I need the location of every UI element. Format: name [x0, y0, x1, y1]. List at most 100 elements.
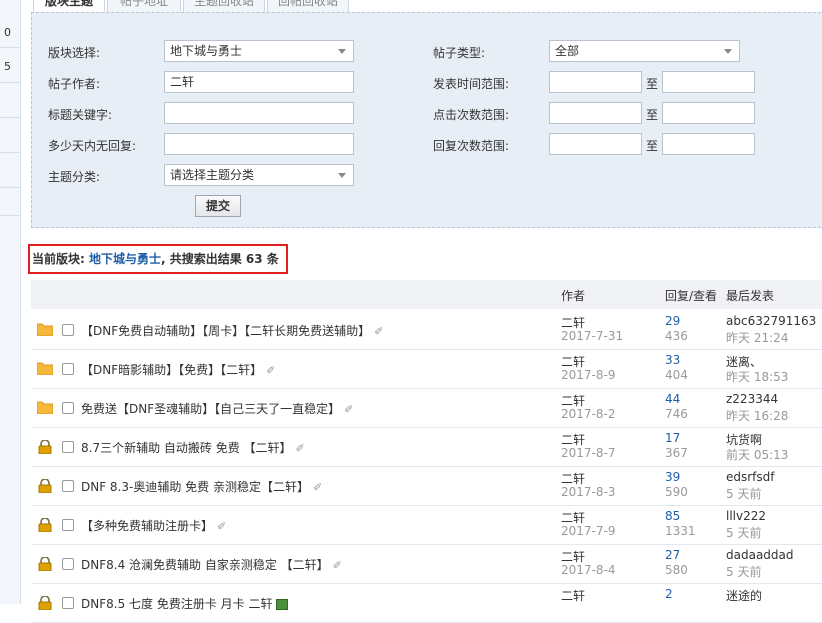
- last-post-time: 5 天前: [726, 487, 762, 501]
- table-row: DNF8.4 沧澜免费辅助 自家亲测稳定 【二轩】 ✐ 二轩 2017-8-4 27 58…: [31, 544, 822, 584]
- time-range-end-input[interactable]: [662, 71, 755, 93]
- row-checkbox[interactable]: [62, 558, 74, 570]
- last-poster-link[interactable]: z223344: [726, 392, 778, 406]
- post-type-label: 帖子类型:: [433, 46, 486, 60]
- table-row: DNF8.5 七度 免费注册卡 月卡 二轩 二轩 2 迷途的: [31, 583, 822, 623]
- paperclip-icon: ✐: [374, 325, 384, 338]
- reply-count: 85: [665, 509, 681, 523]
- forum-select[interactable]: 地下城与勇士: [164, 40, 354, 62]
- last-poster-link[interactable]: abc632791163: [726, 314, 816, 328]
- sidebar-number: 5: [4, 60, 11, 73]
- image-attachment-icon: [276, 599, 289, 610]
- divider: [0, 47, 20, 48]
- view-count: 367: [665, 446, 688, 460]
- last-poster-link[interactable]: dadaaddad: [726, 548, 794, 562]
- paperclip-icon: ✐: [295, 442, 305, 455]
- topic-title-link[interactable]: DNF 8.3-奥迪辅助 免费 亲测稳定【二轩】 ✐: [81, 478, 322, 495]
- divider: [0, 82, 20, 83]
- reply-range-label: 回复次数范围:: [433, 139, 510, 153]
- table-row: DNF 8.3-奥迪辅助 免费 亲测稳定【二轩】 ✐ 二轩 2017-8-3 39 590…: [31, 466, 822, 506]
- folder-icon: [36, 401, 54, 415]
- current-forum-link[interactable]: 地下城与勇士: [89, 252, 161, 266]
- author-column-header: 作者: [561, 289, 586, 303]
- table-row: 免费送【DNF圣魂辅助】【自己三天了一直稳定】 ✐ 二轩 2017-8-2 44 746 z…: [31, 388, 822, 428]
- reply-count: 2: [665, 587, 673, 601]
- view-count: 580: [665, 563, 688, 577]
- keyword-input[interactable]: [164, 102, 354, 124]
- result-summary: 当前版块: 地下城与勇士, 共搜索出结果 63 条: [28, 244, 288, 274]
- view-count: 746: [665, 407, 688, 421]
- last-poster-link[interactable]: lllv222: [726, 509, 766, 523]
- range-separator: 至: [646, 139, 659, 153]
- last-post-time: 昨天 21:24: [726, 331, 789, 345]
- topic-title-text: DNF8.5 七度 免费注册卡 月卡 二轩: [81, 597, 273, 611]
- view-count: 1331: [665, 524, 696, 538]
- folder-icon: [36, 323, 54, 337]
- topic-title-link[interactable]: 8.7三个新辅助 自动搬砖 免费 【二轩】 ✐: [81, 439, 305, 456]
- paperclip-icon: ✐: [312, 481, 323, 494]
- topic-title-text: DNF 8.3-奥迪辅助 免费 亲测稳定【二轩】: [81, 480, 309, 494]
- reply-range-start-input[interactable]: [549, 133, 642, 155]
- table-row: 【多种免费辅助注册卡】 ✐ 二轩 2017-7-9 85 1331 lllv222 5 天前: [31, 505, 822, 545]
- lock-icon: [37, 478, 53, 494]
- last-post-time: 前天 05:13: [726, 448, 789, 462]
- reply-count: 39: [665, 470, 681, 484]
- range-separator: 至: [646, 77, 659, 91]
- time-range-start-input[interactable]: [549, 71, 642, 93]
- view-count: 404: [665, 368, 688, 382]
- table-header: 作者 回复/查看 最后发表: [31, 280, 822, 309]
- post-date: 2017-8-2: [561, 407, 616, 421]
- range-separator: 至: [646, 108, 659, 122]
- post-date: 2017-8-4: [561, 563, 616, 577]
- topic-title-link[interactable]: 免费送【DNF圣魂辅助】【自己三天了一直稳定】 ✐: [81, 400, 353, 417]
- topic-title-link[interactable]: 【多种免费辅助注册卡】 ✐: [81, 517, 226, 534]
- chevron-down-icon: [338, 173, 346, 178]
- sidebar-number: 0: [4, 26, 11, 39]
- paperclip-icon: ✐: [266, 364, 276, 377]
- post-date: 2017-8-7: [561, 446, 616, 460]
- reply-range-end-input[interactable]: [662, 133, 755, 155]
- author-input[interactable]: 二轩: [164, 71, 354, 93]
- reply-view-column-header: 回复/查看: [665, 289, 718, 303]
- topic-title-text: 【DNF暗影辅助】【免费】【二轩】: [81, 363, 263, 377]
- post-date: 2017-7-31: [561, 329, 624, 343]
- post-type-select[interactable]: 全部: [549, 40, 740, 62]
- paperclip-icon: ✐: [332, 559, 342, 572]
- click-range-label: 点击次数范围:: [433, 108, 510, 122]
- row-checkbox[interactable]: [62, 597, 74, 609]
- category-label: 主题分类:: [48, 170, 101, 184]
- submit-button[interactable]: 提交: [195, 195, 241, 217]
- last-poster-link[interactable]: 迷途的: [726, 587, 762, 604]
- click-range-end-input[interactable]: [662, 102, 755, 124]
- divider: [0, 152, 20, 153]
- lock-icon: [37, 439, 53, 455]
- chevron-down-icon: [338, 49, 346, 54]
- topic-title-link[interactable]: 【DNF暗影辅助】【免费】【二轩】 ✐: [81, 361, 275, 378]
- search-panel: 版块选择: 地下城与勇士 帖子作者: 二轩 标题关键字: 多少天内无回复: 主题…: [31, 12, 822, 228]
- topic-title-link[interactable]: 【DNF免费自动辅助】【周卡】【二轩长期免费送辅助】 ✐: [81, 322, 383, 339]
- noreply-days-label: 多少天内无回复:: [48, 139, 137, 153]
- row-checkbox[interactable]: [62, 402, 74, 414]
- topic-title-text: 【DNF免费自动辅助】【周卡】【二轩长期免费送辅助】: [81, 324, 371, 338]
- table-row: 8.7三个新辅助 自动搬砖 免费 【二轩】 ✐ 二轩 2017-8-7 17 367 坑货啊…: [31, 427, 822, 467]
- divider: [0, 187, 20, 188]
- view-count: 436: [665, 329, 688, 343]
- row-checkbox[interactable]: [62, 324, 74, 336]
- last-post-time: 昨天 16:28: [726, 409, 789, 423]
- last-poster-link[interactable]: edsrfsdf: [726, 470, 775, 484]
- author-link[interactable]: 二轩: [561, 587, 585, 604]
- row-checkbox[interactable]: [62, 480, 74, 492]
- reply-count: 27: [665, 548, 681, 562]
- row-checkbox[interactable]: [62, 441, 74, 453]
- reply-count: 44: [665, 392, 681, 406]
- divider: [0, 215, 20, 216]
- click-range-start-input[interactable]: [549, 102, 642, 124]
- category-select[interactable]: 请选择主题分类: [164, 164, 354, 186]
- topic-title-link[interactable]: DNF8.4 沧澜免费辅助 自家亲测稳定 【二轩】 ✐: [81, 556, 342, 573]
- post-date: 2017-7-9: [561, 524, 616, 538]
- noreply-days-input[interactable]: [164, 133, 354, 155]
- divider: [0, 117, 20, 118]
- row-checkbox[interactable]: [62, 363, 74, 375]
- reply-count: 33: [665, 353, 681, 367]
- row-checkbox[interactable]: [62, 519, 74, 531]
